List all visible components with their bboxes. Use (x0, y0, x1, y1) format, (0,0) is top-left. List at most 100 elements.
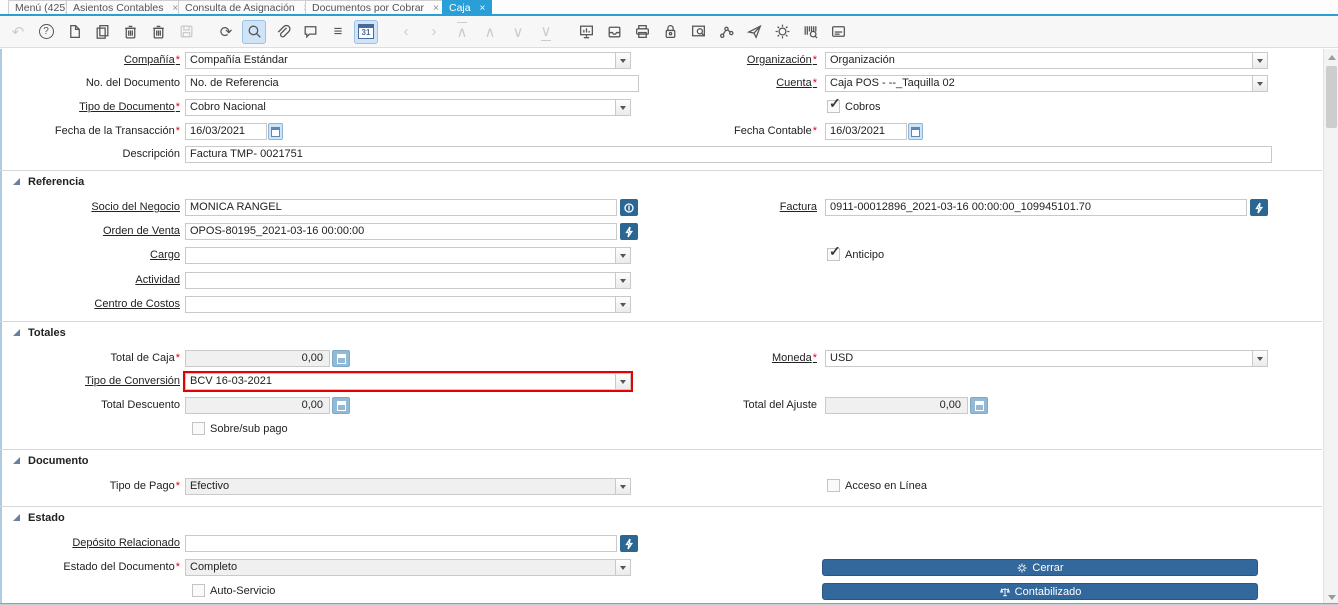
chevron-down-icon[interactable] (615, 273, 630, 288)
parent-record-icon[interactable]: ∧ (478, 20, 502, 44)
centro-costos-label[interactable]: Centro de Costos (5, 296, 180, 313)
deposito-relacionado-label[interactable]: Depósito Relacionado (5, 535, 180, 552)
archive-icon[interactable] (602, 20, 626, 44)
chevron-down-icon[interactable] (1252, 53, 1267, 68)
auto-servicio-checkbox[interactable] (192, 584, 205, 597)
vertical-scrollbar[interactable] (1323, 49, 1338, 605)
socio-negocio-label[interactable]: Socio del Negocio (5, 199, 180, 216)
sobre-sub-pago-checkbox[interactable] (192, 422, 205, 435)
process-gear-icon[interactable] (770, 20, 794, 44)
section-estado-header[interactable]: Estado (28, 512, 65, 525)
delete-selection-icon[interactable] (146, 20, 170, 44)
orden-venta-zoom-button[interactable] (620, 223, 638, 240)
descripcion-input[interactable]: Factura TMP- 0021751 (185, 146, 1272, 163)
total-descuento-input[interactable]: 0,00 (185, 397, 330, 414)
chevron-down-icon[interactable] (615, 248, 630, 263)
scroll-up-button[interactable] (1324, 49, 1338, 64)
moneda-select[interactable]: USD (825, 350, 1268, 367)
tab-consulta-asignacion[interactable]: Consulta de Asignación × (178, 0, 317, 14)
log-panel-icon[interactable] (826, 20, 850, 44)
tab-asientos-contables[interactable]: Asientos Contables × (66, 0, 186, 14)
chevron-down-icon[interactable] (615, 479, 630, 494)
collapse-triangle-icon[interactable] (13, 514, 20, 521)
collapse-triangle-icon[interactable] (13, 329, 20, 336)
print-icon[interactable] (630, 20, 654, 44)
chat-icon[interactable] (298, 20, 322, 44)
orden-venta-label[interactable]: Orden de Venta (5, 223, 180, 240)
close-icon[interactable]: × (433, 2, 439, 16)
previous-record-icon[interactable]: ‹ (394, 20, 418, 44)
tipo-documento-select[interactable]: Cobro Nacional (185, 99, 631, 116)
section-referencia-header[interactable]: Referencia (28, 176, 84, 189)
last-record-icon[interactable]: ∨ (534, 20, 558, 44)
first-record-icon[interactable]: ∧ (450, 20, 474, 44)
total-caja-calculator-button[interactable] (332, 350, 350, 367)
lock-icon[interactable] (658, 20, 682, 44)
actividad-select[interactable] (185, 272, 631, 289)
compania-label[interactable]: Compañía* (5, 52, 180, 69)
chevron-down-icon[interactable] (615, 100, 630, 115)
cuenta-select[interactable]: Caja POS - --_Taquilla 02 (825, 75, 1268, 92)
cuenta-label[interactable]: Cuenta* (645, 75, 817, 92)
scrollbar-thumb[interactable] (1326, 66, 1337, 128)
new-record-icon[interactable] (62, 20, 86, 44)
chevron-down-icon[interactable] (615, 560, 630, 575)
socio-negocio-input[interactable]: MONICA RANGEL (185, 199, 617, 216)
moneda-label[interactable]: Moneda* (645, 350, 817, 367)
fecha-transaccion-calendar-button[interactable] (268, 123, 283, 140)
compania-select[interactable]: Compañía Estándar (185, 52, 631, 69)
cargo-select[interactable] (185, 247, 631, 264)
fecha-contable-input[interactable]: 16/03/2021 (825, 123, 907, 140)
scan-icon[interactable] (798, 20, 822, 44)
factura-input[interactable]: 0911-00012896_2021-03-16 00:00:00_109945… (825, 199, 1247, 216)
chevron-down-icon[interactable] (1252, 351, 1267, 366)
centro-costos-select[interactable] (185, 296, 631, 313)
calendar-icon[interactable]: 31 (354, 19, 378, 44)
delete-record-icon[interactable] (118, 20, 142, 44)
total-descuento-calculator-button[interactable] (332, 397, 350, 414)
tipo-conversion-select[interactable]: BCV 16-03-2021 (185, 373, 631, 390)
tipo-documento-label[interactable]: Tipo de Documento* (5, 99, 180, 116)
next-record-icon[interactable]: › (422, 20, 446, 44)
tab-caja[interactable]: Caja × (442, 0, 493, 16)
close-icon[interactable]: × (480, 2, 486, 16)
grid-toggle-icon[interactable]: ≡ (326, 20, 350, 44)
factura-zoom-button[interactable] (1250, 199, 1268, 216)
tipo-conversion-label[interactable]: Tipo de Conversión (5, 373, 180, 390)
chevron-down-icon[interactable] (615, 374, 630, 389)
deposito-relacionado-zoom-button[interactable] (620, 535, 638, 552)
acceso-linea-checkbox[interactable] (827, 479, 840, 492)
organizacion-select[interactable]: Organización (825, 52, 1268, 69)
total-ajuste-calculator-button[interactable] (970, 397, 988, 414)
factura-label[interactable]: Factura (645, 199, 817, 216)
send-icon[interactable] (742, 20, 766, 44)
collapse-triangle-icon[interactable] (13, 457, 20, 464)
cargo-label[interactable]: Cargo (5, 247, 180, 264)
chevron-down-icon[interactable] (615, 297, 630, 312)
orden-venta-input[interactable]: OPOS-80195_2021-03-16 00:00:00 (185, 223, 617, 240)
cobros-checkbox[interactable]: ✓ (827, 95, 841, 113)
total-ajuste-input[interactable]: 0,00 (825, 397, 968, 414)
total-caja-input[interactable]: 0,00 (185, 350, 330, 367)
tab-documentos-cobrar[interactable]: Documentos por Cobrar × (305, 0, 446, 14)
estado-documento-select[interactable]: Completo (185, 559, 631, 576)
anticipo-checkbox[interactable]: ✓ (827, 243, 841, 261)
fecha-contable-calendar-button[interactable] (908, 123, 923, 140)
tipo-pago-select[interactable]: Efectivo (185, 478, 631, 495)
chevron-down-icon[interactable] (615, 53, 630, 68)
fecha-transaccion-input[interactable]: 16/03/2021 (185, 123, 267, 140)
attachment-icon[interactable] (270, 20, 294, 44)
find-icon[interactable] (242, 19, 266, 44)
undo-icon[interactable]: ↶ (6, 20, 30, 44)
collapse-triangle-icon[interactable] (13, 178, 20, 185)
report-icon[interactable] (574, 20, 598, 44)
contabilizado-button[interactable]: Contabilizado (822, 583, 1258, 600)
save-icon[interactable] (174, 20, 198, 44)
copy-record-icon[interactable] (90, 20, 114, 44)
actividad-label[interactable]: Actividad (5, 272, 180, 289)
deposito-relacionado-input[interactable] (185, 535, 617, 552)
workflow-icon[interactable] (714, 20, 738, 44)
section-documento-header[interactable]: Documento (28, 455, 89, 468)
socio-negocio-bpartner-button[interactable] (620, 199, 638, 216)
zoom-across-icon[interactable] (686, 20, 710, 44)
